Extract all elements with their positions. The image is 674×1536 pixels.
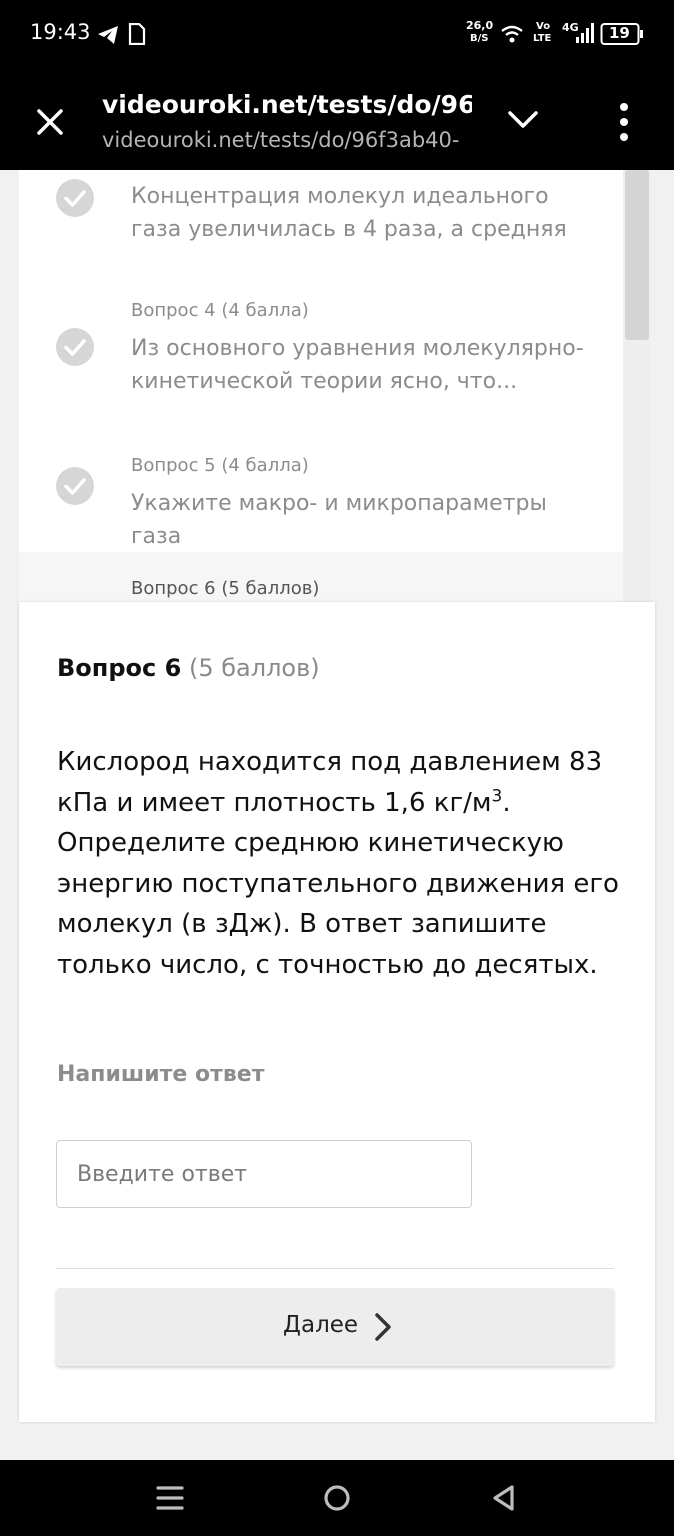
status-bar: 19:43 26,0 B/S Vo LTE 4G 19 xyxy=(0,0,674,70)
check-circle-icon xyxy=(56,328,94,366)
volte-bottom: LTE xyxy=(533,33,552,44)
signal-icon xyxy=(576,23,594,43)
question-preview: Из основного уравнения молекулярно-кинет… xyxy=(131,336,584,394)
document-icon xyxy=(128,23,146,45)
system-navigation-bar xyxy=(0,1460,674,1536)
page-title: videouroki.net/tests/do/96f3ab40- xyxy=(102,90,472,119)
question-label: Вопрос 5 (4 балла) xyxy=(131,455,309,476)
custom-tab-toolbar: videouroki.net/tests/do/96f3ab40- videou… xyxy=(0,70,674,170)
more-vert-icon[interactable] xyxy=(612,102,636,142)
question-label: Вопрос 4 (4 балла) xyxy=(131,300,309,321)
home-circle-icon[interactable] xyxy=(323,1484,351,1512)
question-list-item[interactable]: Концентрация молекул идеального газа уве… xyxy=(19,170,623,270)
net-speed-unit: B/S xyxy=(470,33,489,44)
telegram-icon xyxy=(98,26,118,44)
list-scrollbar-thumb[interactable] xyxy=(625,170,649,340)
chevron-down-icon[interactable] xyxy=(507,108,539,132)
page-url: videouroki.net/tests/do/96f3ab40- xyxy=(102,128,460,152)
question-heading: Вопрос 6 (5 баллов) xyxy=(57,654,320,682)
chevron-right-icon xyxy=(375,1313,391,1341)
check-circle-icon xyxy=(56,467,94,505)
question-preview: Концентрация молекул идеального газа уве… xyxy=(131,184,567,242)
answer-label: Напишите ответ xyxy=(57,1062,265,1087)
next-button-label: Далее xyxy=(283,1312,359,1338)
question-list: Концентрация молекул идеального газа уве… xyxy=(19,170,623,552)
status-time: 19:43 xyxy=(30,20,91,44)
question-card: Вопрос 6 (5 баллов) Кислород находится п… xyxy=(19,602,655,1422)
question-list-item-current[interactable]: Вопрос 6 (5 баллов) xyxy=(19,552,623,602)
divider xyxy=(56,1268,614,1269)
answer-input[interactable] xyxy=(56,1140,472,1208)
question-list-item[interactable]: Вопрос 4 (4 балла) Из основного уравнени… xyxy=(19,290,623,420)
back-triangle-icon[interactable] xyxy=(490,1484,518,1512)
page-content: Концентрация молекул идеального газа уве… xyxy=(0,170,674,1460)
question-points: (5 баллов) xyxy=(188,654,320,682)
close-icon[interactable] xyxy=(33,105,67,139)
net-speed-value: 26,0 xyxy=(466,19,494,32)
question-label: Вопрос 6 (5 баллов) xyxy=(131,578,320,599)
volte-top: Vo xyxy=(536,21,551,32)
question-number: Вопрос 6 xyxy=(57,654,182,682)
question-preview: Укажите макро- и микропараметры газа xyxy=(131,491,547,549)
wifi-icon xyxy=(501,25,523,43)
question-list-item[interactable]: Вопрос 5 (4 балла) Укажите макро- и микр… xyxy=(19,445,623,549)
check-circle-icon xyxy=(56,179,94,217)
question-text: Кислород находится под давлением 83 кПа … xyxy=(57,747,619,980)
battery-level: 19 xyxy=(609,24,630,42)
menu-icon[interactable] xyxy=(156,1484,184,1512)
next-button[interactable]: Далее xyxy=(56,1288,614,1366)
